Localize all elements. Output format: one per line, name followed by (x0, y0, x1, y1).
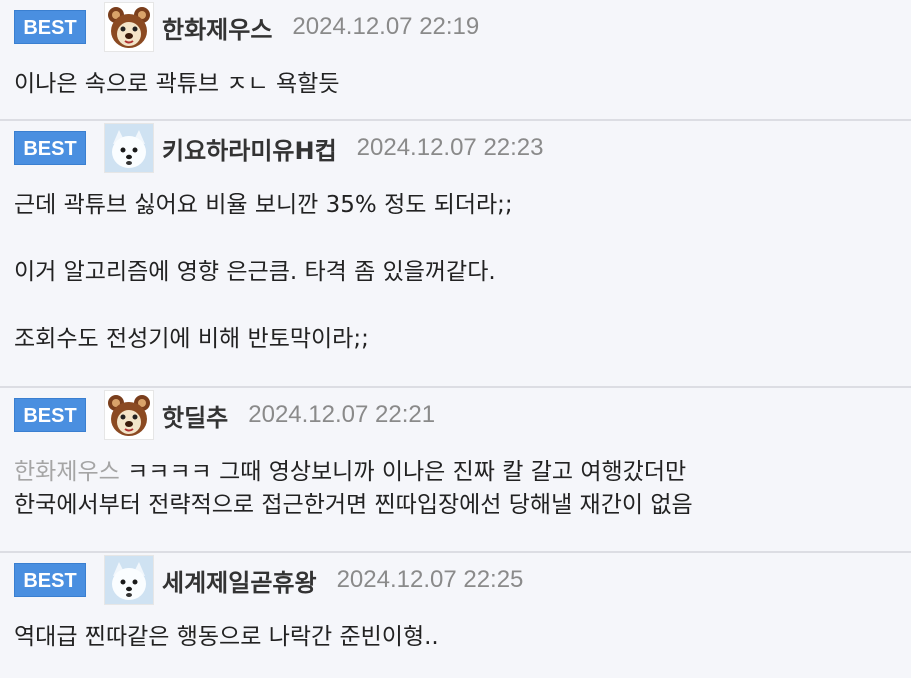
comment-author[interactable]: 키요하라미유H컵 (162, 131, 337, 166)
comment-line: 이나은 속으로 곽튜브 ㅈㄴ 욕할듯 (14, 71, 340, 97)
comment-line: 한화제우스 ㅋㅋㅋㅋ 그때 영상보니까 이나은 진짜 칼 갈고 여행갔더만 (14, 456, 897, 489)
comment-body: 역대급 찐따같은 행동으로 나락간 준빈이형.. (14, 605, 897, 674)
comment-line: 한국에서부터 전략적으로 접근한거면 찐따입장에선 당해낼 재간이 없음 (14, 492, 693, 518)
comment-author[interactable]: 세계제일곧휴왕 (162, 563, 317, 598)
comment-list: BEST 한화제우스 2024.12.07 22:19 이나은 속으로 곽튜브 … (0, 0, 911, 678)
comment-line: 역대급 찐따같은 행동으로 나락간 준빈이형.. (14, 624, 439, 650)
comment-line: 조회수도 전성기에 비해 반토막이라;; (14, 326, 369, 352)
comment-date: 2024.12.07 22:19 (292, 13, 480, 40)
comment-item: BEST 세계제일곧휴왕 2024.12.07 22:25 역대급 찐따같은 행… (0, 553, 911, 678)
bear-avatar-icon[interactable] (104, 390, 154, 440)
comment-line: 이거 알고리즘에 영향 은근큼. 타격 좀 있을꺼같다. (14, 259, 496, 285)
best-badge: BEST (14, 563, 86, 597)
comment-body: 이나은 속으로 곽튜브 ㅈㄴ 욕할듯 (14, 52, 897, 121)
comment-date: 2024.12.07 22:25 (336, 566, 524, 593)
bear-avatar-icon[interactable] (104, 2, 154, 52)
mention-link[interactable]: 한화제우스 (14, 459, 120, 485)
comment-item: BEST 한화제우스 2024.12.07 22:19 이나은 속으로 곽튜브 … (0, 0, 911, 121)
best-badge: BEST (14, 10, 86, 44)
comment-date: 2024.12.07 22:23 (356, 134, 544, 161)
white-dog-avatar-icon[interactable] (104, 123, 154, 173)
comment-header: BEST 세계제일곧휴왕 2024.12.07 22:25 (14, 553, 897, 605)
comment-body: 근데 곽튜브 싫어요 비율 보니깐 35% 정도 되더라;; 이거 알고리즘에 … (14, 173, 897, 376)
comment-header: BEST 핫딜추 2024.12.07 22:21 (14, 388, 897, 440)
comment-author[interactable]: 한화제우스 (162, 10, 272, 45)
comment-body: 한화제우스 ㅋㅋㅋㅋ 그때 영상보니까 이나은 진짜 칼 갈고 여행갔더만 한국… (14, 440, 897, 542)
comment-header: BEST 한화제우스 2024.12.07 22:19 (14, 0, 897, 52)
best-badge: BEST (14, 398, 86, 432)
white-dog-avatar-icon[interactable] (104, 555, 154, 605)
comment-item: BEST 키요하라미유H컵 2024.12.07 22:23 근데 곽튜브 싫어… (0, 121, 911, 388)
comment-item: BEST 핫딜추 2024.12.07 22:21 한화제우스 ㅋㅋㅋㅋ 그때 … (0, 388, 911, 553)
comment-line: 근데 곽튜브 싫어요 비율 보니깐 35% 정도 되더라;; (14, 192, 513, 218)
comment-date: 2024.12.07 22:21 (248, 401, 436, 428)
comment-header: BEST 키요하라미유H컵 2024.12.07 22:23 (14, 121, 897, 173)
comment-line-text: ㅋㅋㅋㅋ 그때 영상보니까 이나은 진짜 칼 갈고 여행갔더만 (119, 459, 687, 485)
best-badge: BEST (14, 131, 86, 165)
comment-author[interactable]: 핫딜추 (162, 398, 228, 433)
